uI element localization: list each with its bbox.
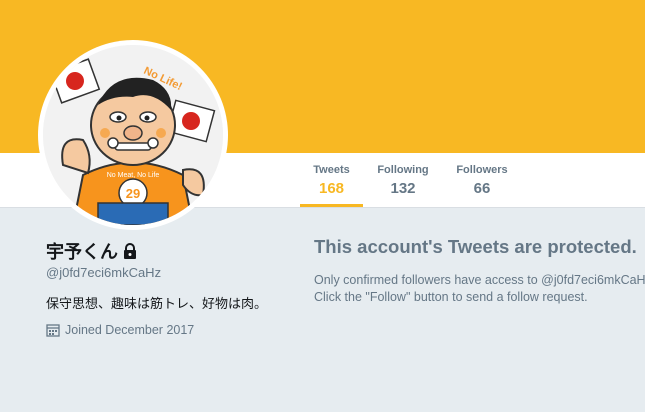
following-stat[interactable]: Following 132 <box>370 153 436 207</box>
followers-count: 66 <box>473 180 491 197</box>
shirt-text: No Meat, No Life <box>107 172 160 179</box>
name-row: 宇予くん <box>46 238 137 264</box>
avatar-frame[interactable]: No Life! 29 No Meat, No Life <box>38 40 228 230</box>
profile-handle[interactable]: @j0fd7eci6mkCaHz <box>46 265 161 280</box>
followers-stat[interactable]: Followers 66 <box>448 153 516 207</box>
profile-name[interactable]: 宇予くん <box>46 238 118 264</box>
tweets-stat[interactable]: Tweets 168 <box>300 153 363 207</box>
protected-title: This account's Tweets are protected. <box>314 236 637 257</box>
tweets-label: Tweets <box>313 164 350 176</box>
calendar-icon <box>46 324 60 337</box>
avatar-illustration: No Life! 29 No Meat, No Life <box>43 45 223 225</box>
protected-line-2: Click the "Follow" button to send a foll… <box>314 290 588 304</box>
followers-label: Followers <box>456 164 508 176</box>
lock-icon <box>124 243 136 259</box>
following-count: 132 <box>390 180 416 197</box>
joined-date: Joined December 2017 <box>46 323 194 337</box>
avatar: No Life! 29 No Meat, No Life <box>43 45 223 225</box>
following-label: Following <box>377 164 429 176</box>
protected-message: Only confirmed followers have access to … <box>314 272 645 306</box>
profile-bio: 保守思想、趣味は筋トレ、好物は肉。 <box>46 297 268 312</box>
shirt-number: 29 <box>126 186 140 201</box>
tweets-count: 168 <box>318 180 345 197</box>
protected-line-1: Only confirmed followers have access to … <box>314 273 645 287</box>
joined-text: Joined December 2017 <box>65 323 195 337</box>
